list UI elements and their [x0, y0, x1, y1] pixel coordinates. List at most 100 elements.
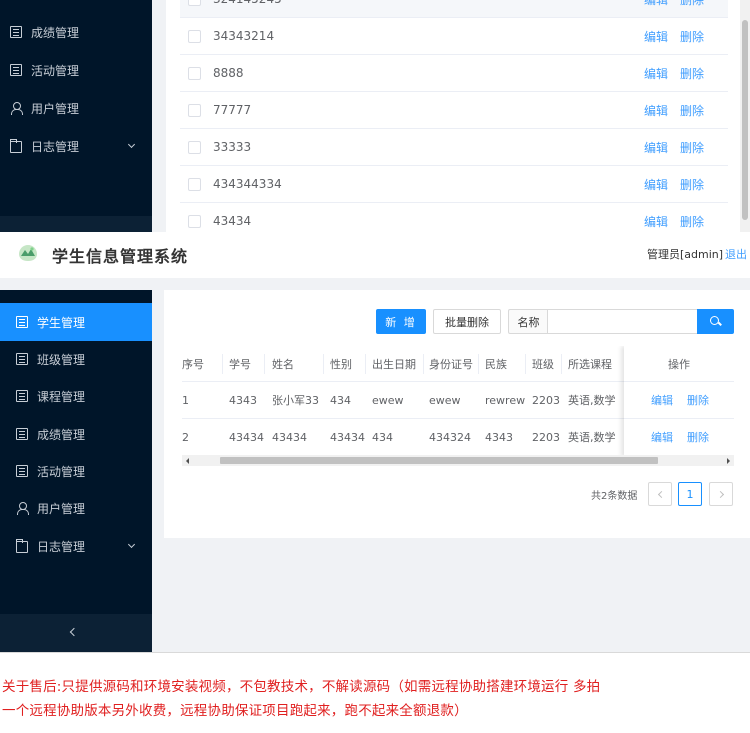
next-page-button[interactable]	[709, 482, 733, 506]
delete-link[interactable]: 删除	[680, 139, 704, 156]
edit-link[interactable]: 编辑	[651, 429, 673, 445]
table-row: 34343214 编辑 删除	[180, 18, 728, 55]
column-header: 姓名	[272, 357, 294, 371]
search-input[interactable]	[547, 309, 698, 334]
folder-icon	[10, 139, 22, 153]
edit-link[interactable]: 编辑	[644, 0, 668, 8]
delete-link[interactable]: 删除	[680, 65, 704, 82]
column-header: 民族	[485, 357, 507, 371]
top-sidebar-item-logs[interactable]: 日志管理	[0, 127, 152, 165]
column-divider	[222, 354, 223, 374]
chevron-right-icon	[716, 490, 724, 498]
delete-link[interactable]: 删除	[680, 0, 704, 8]
row-checkbox[interactable]	[188, 177, 201, 191]
add-button[interactable]: 新 增	[376, 309, 426, 334]
column-header: 班级	[532, 357, 554, 371]
row-checkbox[interactable]	[188, 66, 201, 80]
chevron-left-icon	[69, 627, 79, 637]
row-checkbox[interactable]	[188, 140, 201, 154]
doc-icon	[16, 390, 28, 402]
fixed-action-column: 操作 编辑 删除 编辑 删除	[624, 346, 734, 457]
table-cell: 43434	[229, 430, 264, 444]
row-value: 34343214	[213, 29, 275, 43]
sidebar-item-label: 学生管理	[37, 315, 86, 330]
scrollbar-thumb[interactable]	[742, 20, 748, 220]
sidebar-item-label: 成绩管理	[37, 427, 86, 442]
doc-icon	[10, 64, 22, 76]
logo-icon	[19, 245, 37, 261]
table-row: 8888 编辑 删除	[180, 55, 728, 92]
doc-icon	[16, 316, 28, 328]
delete-link[interactable]: 删除	[687, 392, 709, 408]
pagination-total: 共2条数据	[591, 491, 638, 502]
column-header: 序号	[182, 357, 204, 371]
sidebar-item-scores[interactable]: 成绩管理	[0, 415, 152, 453]
table-cell: 英语,数学	[568, 394, 616, 407]
top-sidebar-item-users[interactable]: 用户管理	[0, 89, 152, 127]
batch-delete-button[interactable]: 批量删除	[433, 309, 501, 334]
row-checkbox[interactable]	[188, 214, 201, 228]
folder-icon	[16, 539, 28, 553]
scrollbar-thumb[interactable]	[220, 457, 658, 464]
edit-link[interactable]: 编辑	[644, 213, 668, 230]
sidebar-item-activities[interactable]: 活动管理	[0, 452, 152, 490]
table-cell: 43434	[272, 430, 307, 444]
prev-page-button[interactable]	[648, 482, 672, 506]
edit-link[interactable]: 编辑	[644, 139, 668, 156]
delete-link[interactable]: 删除	[680, 102, 704, 119]
horizontal-scrollbar[interactable]	[182, 455, 734, 466]
after-sales-notice: 关于售后:只提供源码和环境安装视频，不包教技术，不解读源码（如需远程协助搭建环境…	[0, 652, 750, 733]
edit-link[interactable]: 编辑	[644, 65, 668, 82]
sidebar-item-classes[interactable]: 班级管理	[0, 340, 152, 378]
table-cell: 2203	[532, 430, 560, 444]
sidebar-item-label: 日志管理	[37, 539, 86, 554]
table-cell: rewrew	[485, 393, 526, 407]
top-sidebar-item-scores[interactable]: 成绩管理	[0, 13, 152, 51]
column-header: 身份证号	[429, 357, 473, 371]
sidebar-collapse-button[interactable]	[0, 614, 152, 652]
column-header: 学号	[229, 357, 251, 371]
row-checkbox[interactable]	[188, 29, 201, 43]
row-value: 8888	[213, 66, 244, 80]
edit-link[interactable]: 编辑	[644, 28, 668, 45]
logout-link[interactable]: 退出	[725, 246, 747, 262]
scroll-left-arrow-icon[interactable]	[186, 458, 189, 464]
top-sidebar-item-label: 日志管理	[31, 139, 80, 154]
row-value: 77777	[213, 103, 252, 117]
edit-link[interactable]: 编辑	[644, 102, 668, 119]
delete-link[interactable]: 删除	[680, 213, 704, 230]
table-cell: 1	[182, 393, 189, 407]
delete-link[interactable]: 删除	[687, 429, 709, 445]
sidebar-item-students[interactable]: 学生管理	[0, 303, 152, 341]
top-sidebar: 成绩管理 活动管理 用户管理 日志管理	[0, 0, 152, 232]
row-value: 33333	[213, 140, 252, 154]
table-row: 434344334 编辑 删除	[180, 166, 728, 203]
delete-link[interactable]: 删除	[680, 176, 704, 193]
sidebar-item-users[interactable]: 用户管理	[0, 489, 152, 527]
sidebar-item-logs[interactable]: 日志管理	[0, 527, 152, 565]
row-checkbox[interactable]	[188, 0, 201, 6]
table-row: 33333 编辑 删除	[180, 129, 728, 166]
top-screenshot-fragment: 成绩管理 活动管理 用户管理 日志管理 324145245 编辑 删除 3434…	[0, 0, 750, 232]
notice-line: 关于售后:只提供源码和环境安装视频，不包教技术，不解读源码（如需远程协助搭建环境…	[2, 679, 601, 695]
column-divider	[323, 354, 324, 374]
user-icon	[10, 102, 23, 115]
sidebar-item-courses[interactable]: 课程管理	[0, 377, 152, 415]
row-value: 324145245	[213, 0, 282, 6]
delete-link[interactable]: 删除	[680, 28, 704, 45]
table-cell: ewew	[429, 393, 461, 407]
search-button[interactable]	[697, 309, 734, 334]
students-table: 序号 学号 姓名 性别 出生日期 身份证号 民族 班级 所选课程 1 4343 …	[182, 346, 734, 466]
search-icon	[710, 316, 721, 327]
vertical-scrollbar[interactable]	[740, 0, 750, 232]
table-cell: 434	[330, 393, 351, 407]
edit-link[interactable]: 编辑	[644, 176, 668, 193]
action-cell: 编辑 删除	[624, 382, 734, 419]
row-checkbox[interactable]	[188, 103, 201, 117]
top-sidebar-item-activities[interactable]: 活动管理	[0, 51, 152, 89]
edit-link[interactable]: 编辑	[651, 392, 673, 408]
page-number-button[interactable]: 1	[678, 482, 702, 506]
scroll-right-arrow-icon[interactable]	[727, 458, 730, 464]
top-sidebar-item-label: 用户管理	[31, 101, 80, 116]
column-header: 性别	[330, 357, 352, 371]
